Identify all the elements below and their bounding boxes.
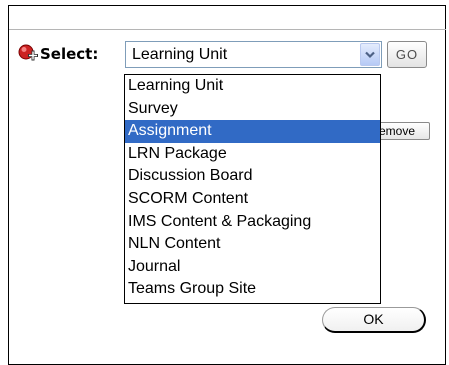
chevron-down-icon	[365, 51, 375, 59]
option-assignment[interactable]: Assignment	[125, 120, 380, 143]
option-discussion-board[interactable]: Discussion Board	[125, 165, 380, 188]
option-survey[interactable]: Survey	[125, 98, 380, 121]
option-ims-content-packaging[interactable]: IMS Content & Packaging	[125, 211, 380, 234]
select-current-value: Learning Unit	[132, 46, 228, 63]
add-icon	[18, 44, 40, 64]
type-select[interactable]: Learning Unit	[125, 41, 382, 68]
option-nln-content[interactable]: NLN Content	[125, 233, 380, 256]
option-journal[interactable]: Journal	[125, 256, 380, 279]
divider	[9, 29, 446, 30]
dropdown-arrow-button[interactable]	[360, 43, 380, 66]
option-teams-group-site[interactable]: Teams Group Site	[125, 278, 380, 301]
go-button[interactable]: GO	[387, 41, 427, 68]
dropdown-list: Learning Unit Survey Assignment LRN Pack…	[124, 74, 381, 304]
option-lrn-package[interactable]: LRN Package	[125, 143, 380, 166]
option-scorm-content[interactable]: SCORM Content	[125, 188, 380, 211]
ok-button[interactable]: OK	[322, 307, 426, 333]
select-label: Select:	[40, 45, 99, 63]
option-learning-unit[interactable]: Learning Unit	[125, 75, 380, 98]
